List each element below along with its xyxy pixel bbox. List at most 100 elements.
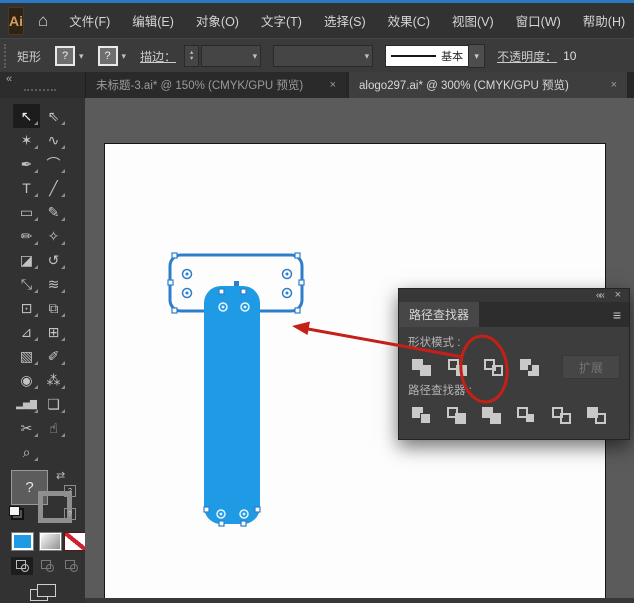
- change-screen-mode-button[interactable]: [30, 584, 56, 601]
- stroke-weight-select[interactable]: ▾: [201, 45, 261, 67]
- pathfinder-body: 形状模式 : 扩展 路径查找器 :: [399, 327, 629, 427]
- unite-button[interactable]: [408, 355, 434, 379]
- pathfinder-tab[interactable]: 路径查找器: [399, 302, 479, 327]
- pathfinder-row: [408, 403, 620, 427]
- stroke-chevron-icon[interactable]: ▾: [122, 51, 127, 62]
- exclude-icon: [520, 359, 539, 376]
- lasso-tool[interactable]: ∿: [40, 128, 67, 152]
- color-fill-button[interactable]: [11, 532, 34, 551]
- panel-menu-icon[interactable]: ≡: [613, 308, 621, 322]
- draw-inside-mode-button[interactable]: [60, 557, 82, 575]
- outline-button[interactable]: [548, 403, 574, 427]
- stepper-down-icon: ▾: [190, 56, 193, 62]
- selection-tool[interactable]: ↖: [13, 104, 40, 128]
- tab-close-icon[interactable]: ×: [601, 79, 617, 91]
- symbol-sprayer-tool[interactable]: ⁂: [40, 368, 67, 392]
- intersect-button[interactable]: [480, 355, 506, 379]
- swap-fill-stroke-icon[interactable]: ⇄: [56, 469, 65, 482]
- mesh-tool[interactable]: ⊞: [40, 320, 67, 344]
- shape-builder-tool[interactable]: ⧉: [40, 296, 67, 320]
- pathfinder-panel-header[interactable]: «« ×: [399, 289, 629, 302]
- column-graph-tool[interactable]: ▂▅▇: [13, 392, 40, 416]
- menu-file[interactable]: 文件(F): [58, 11, 121, 30]
- width-tool-icon: ≋: [48, 276, 60, 293]
- rotate-tool[interactable]: ↺: [40, 248, 67, 272]
- menu-view[interactable]: 视图(V): [441, 11, 505, 30]
- gradient-fill-button[interactable]: [39, 532, 62, 551]
- panel-collapse-icon[interactable]: ««: [596, 289, 603, 302]
- stroke-style-preview: [391, 55, 436, 57]
- paintbrush-tool[interactable]: ✎: [40, 200, 67, 224]
- shaper-tool[interactable]: ✧: [40, 224, 67, 248]
- minus-front-icon: [448, 359, 467, 376]
- exclude-button[interactable]: [516, 355, 542, 379]
- opacity-value[interactable]: 10: [563, 49, 576, 63]
- type-tool[interactable]: T: [13, 176, 40, 200]
- magic-wand-tool[interactable]: ✶: [13, 128, 40, 152]
- free-transform-tool-icon: ⊡: [21, 300, 33, 317]
- minus-front-button[interactable]: [444, 355, 470, 379]
- crop-button[interactable]: [513, 403, 539, 427]
- options-bar-grip[interactable]: [4, 44, 9, 68]
- center-anchor-point[interactable]: [234, 281, 239, 286]
- lasso-tool-icon: ∿: [48, 132, 60, 149]
- stroke-style-select[interactable]: 基本: [385, 45, 469, 67]
- menu-object[interactable]: 对象(O): [185, 11, 250, 30]
- menu-help[interactable]: 帮助(H): [572, 11, 634, 30]
- artboard-tool[interactable]: ❏: [40, 392, 67, 416]
- panel-close-icon[interactable]: ×: [615, 289, 621, 302]
- default-fill-stroke-icon[interactable]: [9, 506, 24, 520]
- shaper-tool-icon: ✧: [48, 228, 60, 245]
- slice-tool-icon: ✂: [21, 420, 33, 437]
- expand-button[interactable]: 扩展: [562, 355, 620, 379]
- stroke-weight-stepper[interactable]: ▴ ▾: [184, 45, 199, 67]
- brush-definition-select[interactable]: ▾: [273, 45, 373, 67]
- zoom-tool[interactable]: ⌕: [13, 440, 40, 464]
- document-tab-untitled[interactable]: 未标题-3.ai* @ 150% (CMYK/GPU 预览) ×: [86, 72, 346, 98]
- free-transform-tool[interactable]: ⊡: [13, 296, 40, 320]
- home-icon[interactable]: ⌂: [38, 12, 48, 29]
- eyedropper-tool[interactable]: ✐: [40, 344, 67, 368]
- minus-back-button[interactable]: [583, 403, 609, 427]
- pencil-tool-icon: ✏: [21, 228, 33, 245]
- pen-tool[interactable]: ✒: [13, 152, 40, 176]
- stroke-color-swatch[interactable]: ?: [98, 46, 118, 66]
- document-tab-alogo297[interactable]: alogo297.ai* @ 300% (CMYK/GPU 预览) ×: [349, 72, 627, 98]
- gradient-tool[interactable]: ▧: [13, 344, 40, 368]
- tools-grip-handle[interactable]: [24, 89, 56, 91]
- none-fill-button[interactable]: [64, 532, 87, 551]
- hand-tool-icon: ☝: [49, 420, 58, 437]
- rectangle-tool[interactable]: ▭: [13, 200, 40, 224]
- stroke-weight-label[interactable]: 描边：: [140, 48, 176, 65]
- blend-tool[interactable]: ◉: [13, 368, 40, 392]
- menu-window[interactable]: 窗口(W): [505, 11, 572, 30]
- draw-normal-mode-button[interactable]: [11, 557, 33, 575]
- direct-selection-tool[interactable]: ⇖: [40, 104, 67, 128]
- menu-effect[interactable]: 效果(C): [377, 11, 441, 30]
- perspective-grid-tool[interactable]: ⊿: [13, 320, 40, 344]
- trim-button[interactable]: [443, 403, 469, 427]
- menu-edit[interactable]: 编辑(E): [121, 11, 185, 30]
- slice-tool[interactable]: ✂: [13, 416, 40, 440]
- merge-button[interactable]: [478, 403, 504, 427]
- eraser-tool[interactable]: ◪: [13, 248, 40, 272]
- fill-color-swatch[interactable]: ?: [55, 46, 75, 66]
- scale-tool[interactable]: ⤡: [13, 272, 40, 296]
- vertical-bar-shape[interactable]: [204, 286, 260, 524]
- draw-behind-mode-button[interactable]: [36, 557, 58, 575]
- opacity-label[interactable]: 不透明度：: [497, 48, 557, 65]
- document-tabbar: « 未标题-3.ai* @ 150% (CMYK/GPU 预览) × alogo…: [0, 72, 634, 98]
- tab-close-icon[interactable]: ×: [320, 79, 336, 91]
- fill-chevron-icon[interactable]: ▾: [79, 51, 84, 62]
- divide-button[interactable]: [408, 403, 434, 427]
- curvature-tool[interactable]: ⌒: [40, 152, 67, 176]
- menu-select[interactable]: 选择(S): [313, 11, 377, 30]
- hand-tool[interactable]: ☝: [40, 416, 67, 440]
- line-segment-tool[interactable]: ╱: [40, 176, 67, 200]
- pencil-tool[interactable]: ✏: [13, 224, 40, 248]
- stroke-style-chevron[interactable]: ▾: [469, 44, 485, 68]
- tools-collapse-icon[interactable]: «: [6, 73, 12, 85]
- menu-type[interactable]: 文字(T): [250, 11, 313, 30]
- divide-icon: [412, 407, 431, 424]
- width-tool[interactable]: ≋: [40, 272, 67, 296]
